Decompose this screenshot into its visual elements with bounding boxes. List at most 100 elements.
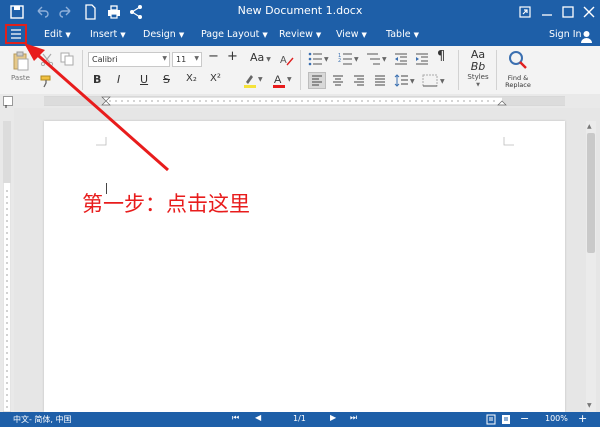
font-color-icon[interactable]: A ▼ — [272, 73, 294, 93]
increase-indent-icon[interactable] — [415, 51, 429, 70]
bullet-list-icon[interactable]: ▼ — [308, 51, 330, 70]
justify-icon[interactable] — [372, 73, 388, 92]
scrollbar-thumb[interactable] — [587, 133, 595, 253]
menu-edit[interactable]: Edit ▼ — [44, 29, 71, 40]
chevron-down-icon: ▼ — [262, 31, 268, 39]
ribbon-toolbar: Paste Calibri ▼ 11 ▼ − + Aa ▼ A B I U S X₂ … — [0, 46, 600, 95]
status-bar: 中文- 简体, 中国 ⏮ ◀ 1/1 ▶ ⏭ − 100% + — [0, 412, 600, 427]
vertical-ruler[interactable] — [0, 108, 14, 412]
chevron-down-icon: ▼ — [361, 31, 367, 39]
menu-page-layout[interactable]: Page Layout ▼ — [201, 29, 268, 40]
hamburger-menu-button[interactable] — [5, 24, 27, 44]
svg-text:▼: ▼ — [324, 56, 329, 63]
styles-button[interactable]: Aa Bb Styles ▼ — [466, 49, 490, 89]
line-spacing-icon[interactable]: ▼ — [394, 73, 416, 92]
svg-text:2: 2 — [338, 58, 341, 64]
chevron-down-icon: ▼ — [194, 55, 199, 62]
decrease-indent-icon[interactable] — [394, 51, 408, 70]
format-painter-icon[interactable] — [40, 73, 54, 92]
chevron-down-icon: ▼ — [178, 31, 185, 39]
previous-page-icon[interactable]: ◀ — [255, 413, 261, 422]
menu-bar: Edit ▼ Insert ▼ Design ▼ Page Layout ▼ Revie… — [0, 24, 600, 46]
find-replace-button[interactable]: Find & Replace — [502, 49, 534, 89]
horizontal-ruler[interactable] — [0, 94, 600, 111]
svg-text:▼: ▼ — [440, 78, 445, 85]
chevron-down-icon: ▼ — [120, 31, 126, 39]
paste-label: Paste — [11, 74, 30, 82]
svg-text:A: A — [280, 55, 287, 66]
document-page[interactable] — [44, 121, 565, 412]
close-icon[interactable] — [580, 3, 598, 21]
chevron-down-icon: ▼ — [65, 31, 71, 39]
menu-table[interactable]: Table ▼ — [386, 29, 419, 40]
chevron-down-icon: ▼ — [315, 31, 322, 39]
highlight-icon[interactable]: ▼ — [243, 73, 265, 93]
show-formatting-button[interactable]: ¶ — [437, 49, 445, 64]
svg-text:▼: ▼ — [258, 76, 263, 83]
font-size-dropdown[interactable]: 11 ▼ — [172, 52, 202, 67]
multilevel-list-icon[interactable]: ▼ — [366, 51, 388, 70]
svg-text:▼: ▼ — [287, 76, 292, 83]
increase-font-button[interactable]: + — [227, 49, 238, 64]
menu-review[interactable]: Review ▼ — [279, 29, 321, 40]
ruler-scale — [44, 96, 565, 106]
signin-button[interactable]: Sign In — [549, 29, 582, 40]
italic-button[interactable]: I — [117, 73, 120, 86]
paste-icon[interactable] — [13, 51, 29, 75]
title-bar: New Document 1.docx — [0, 0, 600, 24]
svg-text:A: A — [274, 74, 282, 86]
chevron-down-icon: ▼ — [162, 55, 167, 62]
menu-insert[interactable]: Insert ▼ — [90, 29, 126, 40]
margin-corner-marks — [96, 137, 107, 146]
user-icon[interactable] — [580, 28, 593, 47]
vertical-ruler-scale — [3, 121, 11, 412]
svg-text:▼: ▼ — [354, 56, 359, 63]
align-left-button[interactable] — [308, 72, 326, 89]
copy-icon[interactable] — [60, 51, 74, 70]
find-replace-label: Find & Replace — [505, 74, 531, 89]
scroll-down-icon[interactable]: ▼ — [587, 402, 592, 409]
page-indicator: 1/1 — [293, 414, 306, 423]
vertical-scrollbar[interactable]: ▲ ▼ — [586, 121, 596, 412]
svg-text:▼: ▼ — [382, 56, 387, 63]
superscript-button[interactable]: X² — [210, 73, 221, 84]
strikethrough-button[interactable]: S — [163, 73, 170, 86]
margin-corner-marks-right — [503, 137, 514, 146]
borders-icon[interactable]: ▼ — [421, 73, 447, 92]
tutorial-annotation: 第一步：点击这里 — [82, 192, 250, 216]
decrease-font-button[interactable]: − — [208, 49, 219, 64]
next-page-icon[interactable]: ▶ — [330, 413, 336, 422]
numbered-list-icon[interactable]: 1 2 ▼ — [338, 51, 360, 70]
bold-button[interactable]: B — [93, 73, 101, 86]
font-name-dropdown[interactable]: Calibri ▼ — [88, 52, 170, 67]
zoom-out-button[interactable]: − — [520, 412, 529, 425]
change-case-button[interactable]: Aa ▼ — [250, 51, 271, 64]
document-title: New Document 1.docx — [237, 4, 363, 17]
align-center-icon[interactable] — [330, 73, 346, 92]
maximize-icon[interactable] — [559, 3, 577, 21]
align-right-icon[interactable] — [351, 73, 367, 92]
menu-design[interactable]: Design ▼ — [143, 29, 184, 40]
scroll-up-icon[interactable]: ▲ — [587, 123, 592, 130]
underline-button[interactable]: U — [140, 73, 148, 86]
chevron-down-icon: ▼ — [266, 56, 271, 63]
magnifier-icon — [509, 51, 527, 69]
last-page-icon[interactable]: ⏭ — [350, 413, 357, 423]
fullscreen-icon[interactable] — [516, 3, 534, 21]
styles-label: Styles — [467, 73, 489, 81]
clear-format-icon[interactable]: A — [280, 52, 294, 71]
tab-selector-icon[interactable] — [3, 96, 13, 111]
subscript-button[interactable]: X₂ — [186, 73, 197, 84]
zoom-in-button[interactable]: + — [578, 412, 587, 425]
web-layout-icon[interactable] — [501, 414, 511, 427]
language-indicator[interactable]: 中文- 简体, 中国 — [13, 414, 72, 425]
menu-view[interactable]: View ▼ — [336, 29, 367, 40]
svg-text:▼: ▼ — [410, 78, 415, 85]
zoom-level[interactable]: 100% — [545, 414, 568, 423]
print-layout-icon[interactable] — [486, 414, 496, 427]
first-page-icon[interactable]: ⏮ — [232, 413, 239, 423]
chevron-down-icon: ▼ — [476, 82, 480, 88]
styles-sample-bottom: Bb — [470, 60, 486, 73]
minimize-icon[interactable] — [538, 3, 556, 21]
cut-icon[interactable] — [40, 51, 54, 70]
